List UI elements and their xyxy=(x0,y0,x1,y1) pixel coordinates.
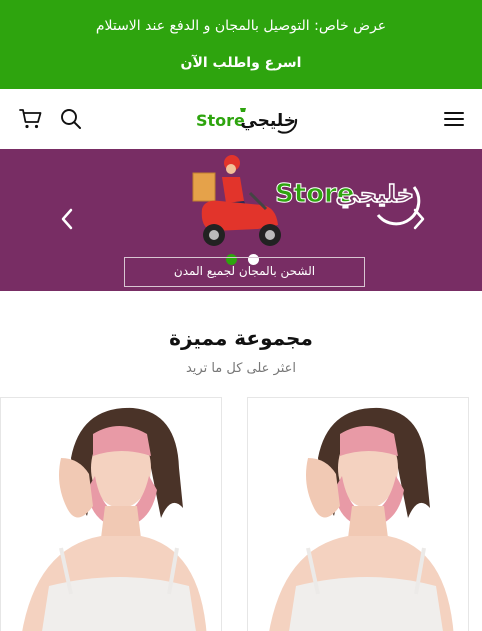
delivery-scooter-illustration xyxy=(192,155,281,246)
hero-logo: Store خليجي xyxy=(275,179,421,226)
header-logo[interactable]: Store خليجي xyxy=(196,101,298,137)
hero-logo-arabic: خليجي xyxy=(336,180,414,208)
collection-subtitle: اعثر على كل ما تريد xyxy=(185,361,297,376)
product-image xyxy=(1,398,221,631)
slider-prev-icon[interactable] xyxy=(59,207,75,231)
cart-icon[interactable] xyxy=(19,107,43,131)
slider-next-icon[interactable] xyxy=(411,207,427,231)
product-image xyxy=(248,398,468,631)
announcement-bar: عرض خاص: التوصيل بالمجان و الدفع عند الا… xyxy=(0,0,482,89)
search-icon[interactable] xyxy=(59,107,83,131)
hero-caption: الشحن بالمجان لجميع المدن xyxy=(124,257,365,287)
site-header: Store خليجي xyxy=(0,89,482,149)
collection-title: مجموعة مميزة xyxy=(169,326,313,350)
product-card-1[interactable] xyxy=(247,397,469,631)
announcement-text: عرض خاص: التوصيل بالمجان و الدفع عند الا… xyxy=(95,18,387,34)
announcement-cta[interactable]: اسرع واطلب الآن xyxy=(0,55,482,71)
logo-latin: Store xyxy=(196,111,245,130)
hero-slider[interactable]: Store خليجي الشحن بالمجان لجميع المدن xyxy=(0,149,482,291)
product-card-2[interactable] xyxy=(0,397,222,631)
logo-arabic: خليجي xyxy=(240,111,296,131)
menu-icon[interactable] xyxy=(442,107,466,131)
